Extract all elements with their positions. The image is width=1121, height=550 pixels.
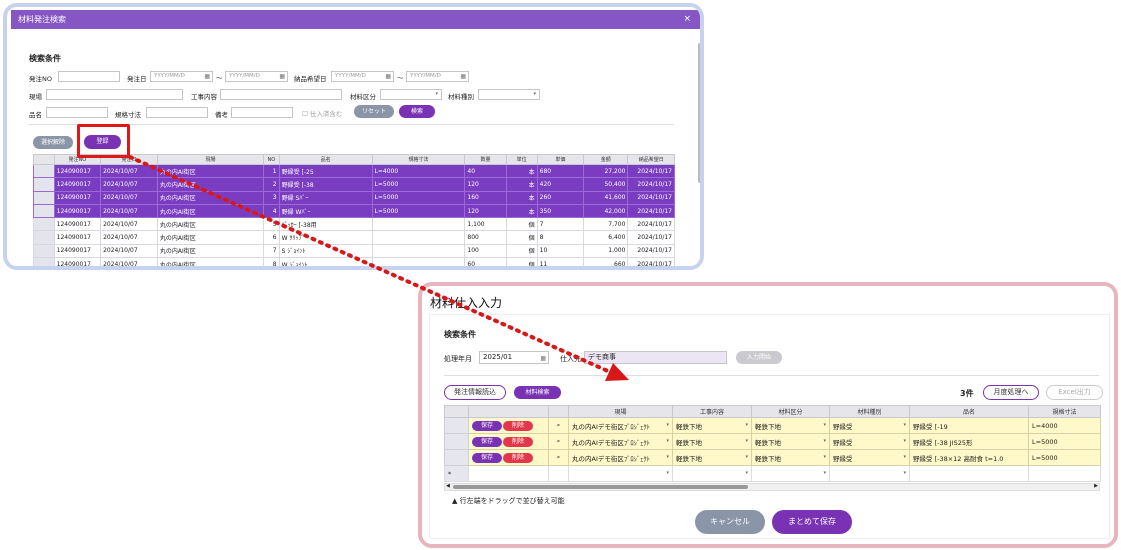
flow-arrow-head — [605, 363, 629, 381]
flow-arrow — [128, 155, 629, 381]
flow-arrow-line — [128, 155, 612, 374]
